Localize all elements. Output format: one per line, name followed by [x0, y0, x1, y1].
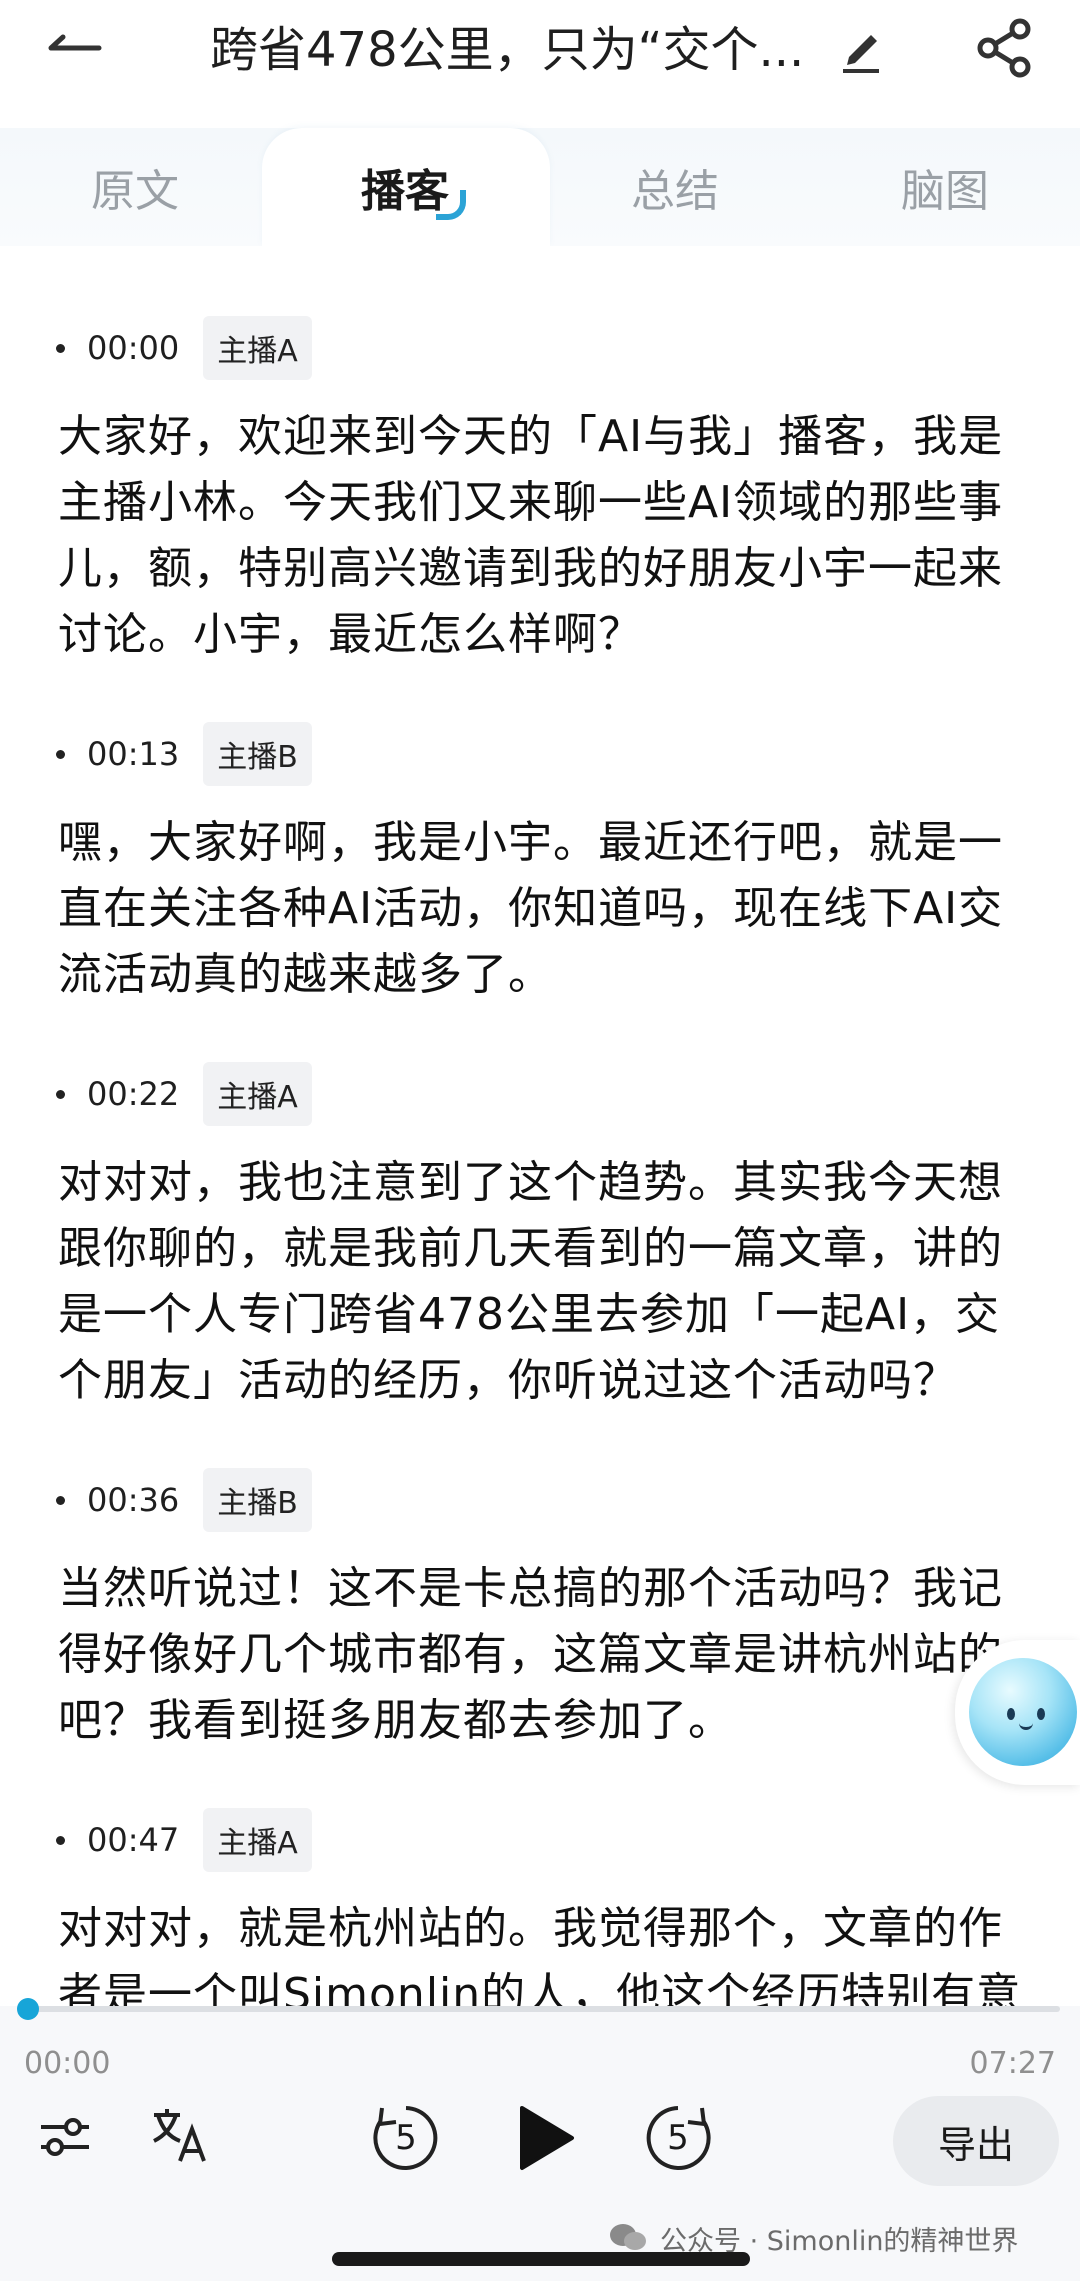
speaker-badge: 主播A — [203, 1808, 312, 1872]
page-title: 跨省478公里，只为“交个... — [210, 22, 805, 78]
ai-assistant-button[interactable] — [955, 1640, 1080, 1785]
mascot-eye — [1007, 1708, 1015, 1720]
translate-icon — [153, 2109, 206, 2162]
bullet-icon — [56, 749, 65, 759]
text-line: 直在关注各种AI活动，你知道吗，现在线下AI交 — [58, 883, 1004, 934]
segment-header: 00:47 主播A — [56, 1808, 312, 1872]
segment-timestamp[interactable]: 00:00 — [87, 329, 179, 367]
text-line: 当然听说过！这不是卡总搞的那个活动吗？我记 — [58, 1563, 1003, 1614]
text-line: 是一个人专门跨省478公里去参加「一起AI，交 — [58, 1289, 1001, 1340]
top-bar: 跨省478公里，只为“交个... — [0, 0, 1080, 110]
segment-text: 对对对，就是杭州站的。我觉得那个，文章的作 者是一个叫Simonlin的人，他这… — [58, 1896, 1038, 2006]
back-arrow-icon — [48, 34, 102, 51]
skip-forward-button[interactable]: 5 — [638, 2098, 718, 2178]
text-line: 吧？我看到挺多朋友都去参加了。 — [58, 1695, 733, 1746]
text-line: 对对对，就是杭州站的。我觉得那个，文章的作 — [58, 1903, 1003, 1954]
tab-original[interactable]: 原文 — [30, 128, 240, 246]
segment-text: 当然听说过！这不是卡总搞的那个活动吗？我记 得好像好几个城市都有，这篇文章是讲杭… — [58, 1556, 1038, 1754]
progress-bar[interactable] — [28, 2006, 1060, 2012]
share-button[interactable] — [970, 14, 1038, 82]
share-icon — [977, 18, 1031, 78]
tab-mindmap[interactable]: 脑图 — [840, 128, 1050, 246]
segment-header: 00:13 主播B — [56, 722, 312, 786]
text-line: 大家好，欢迎来到今天的「AI与我」播客，我是 — [58, 411, 1004, 462]
segment-text: 嘿，大家好啊，我是小宇。最近还行吧，就是一 直在关注各种AI活动，你知道吗，现在… — [58, 810, 1038, 1008]
segment-timestamp[interactable]: 00:47 — [87, 1821, 179, 1859]
transcript[interactable]: 00:00 主播A 大家好，欢迎来到今天的「AI与我」播客，我是 主播小林。今天… — [0, 246, 1080, 2006]
text-line: 主播小林。今天我们又来聊一些AI领域的那些事 — [58, 477, 1004, 528]
segment-text: 大家好，欢迎来到今天的「AI与我」播客，我是 主播小林。今天我们又来聊一些AI领… — [58, 404, 1038, 668]
pencil-icon — [843, 35, 879, 73]
text-line: 者是一个叫Simonlin的人，他这个经历特别有意 — [58, 1969, 1022, 2006]
current-time: 00:00 — [24, 2046, 111, 2081]
wechat-icon — [610, 2224, 646, 2250]
skip-back-button[interactable]: 5 — [366, 2098, 446, 2178]
text-line: 流活动真的越来越多了。 — [58, 949, 553, 1000]
tab-bar: 原文 播客 总结 脑图 — [0, 128, 1080, 246]
text-line: 讨论。小宇，最近怎么样啊？ — [58, 609, 643, 660]
speaker-badge: 主播A — [203, 1062, 312, 1126]
tab-podcast[interactable]: 播客 — [300, 128, 510, 246]
text-line: 对对对，我也注意到了这个趋势。其实我今天想 — [58, 1157, 1003, 1208]
skip-back-seconds: 5 — [395, 2118, 417, 2158]
segment-timestamp[interactable]: 00:22 — [87, 1075, 179, 1113]
translate-button[interactable] — [146, 2102, 212, 2168]
speaker-badge: 主播B — [203, 1468, 312, 1532]
total-duration: 07:27 — [969, 2046, 1056, 2081]
play-button[interactable] — [508, 2098, 584, 2178]
edit-title-button[interactable] — [836, 22, 886, 78]
export-button[interactable]: 导出 — [893, 2096, 1059, 2186]
mascot-eye — [1037, 1708, 1045, 1720]
text-line: 跟你聊的，就是我前几天看到的一篇文章，讲的 — [58, 1223, 1003, 1274]
bullet-icon — [56, 1495, 65, 1505]
bullet-icon — [56, 1835, 65, 1845]
progress-handle[interactable] — [17, 1998, 39, 2020]
segment-header: 00:00 主播A — [56, 316, 312, 380]
segment-text: 对对对，我也注意到了这个趋势。其实我今天想 跟你聊的，就是我前几天看到的一篇文章… — [58, 1150, 1038, 1414]
segment-header: 00:36 主播B — [56, 1468, 312, 1532]
sliders-icon — [41, 2118, 89, 2156]
text-line: 儿，额，特别高兴邀请到我的好朋友小宇一起来 — [58, 543, 1003, 594]
back-button[interactable] — [40, 18, 110, 78]
play-icon — [520, 2106, 574, 2170]
bullet-icon — [56, 343, 65, 353]
home-indicator[interactable] — [332, 2252, 750, 2266]
segment-timestamp[interactable]: 00:36 — [87, 1481, 179, 1519]
speaker-badge: 主播A — [203, 316, 312, 380]
skip-forward-seconds: 5 — [667, 2118, 689, 2158]
mascot-mouth — [1019, 1722, 1033, 1730]
segment-timestamp[interactable]: 00:13 — [87, 735, 179, 773]
segment-header: 00:22 主播A — [56, 1062, 312, 1126]
tab-summary[interactable]: 总结 — [570, 128, 780, 246]
text-line: 个朋友」活动的经历，你听说过这个活动吗？ — [58, 1355, 958, 1406]
audio-settings-button[interactable] — [34, 2106, 96, 2168]
speaker-badge: 主播B — [203, 722, 312, 786]
text-line: 得好像好几个城市都有，这篇文章是讲杭州站的 — [58, 1629, 1003, 1680]
bullet-icon — [56, 1089, 65, 1099]
assistant-mascot-icon — [969, 1658, 1077, 1766]
text-line: 嘿，大家好啊，我是小宇。最近还行吧，就是一 — [58, 817, 1003, 868]
